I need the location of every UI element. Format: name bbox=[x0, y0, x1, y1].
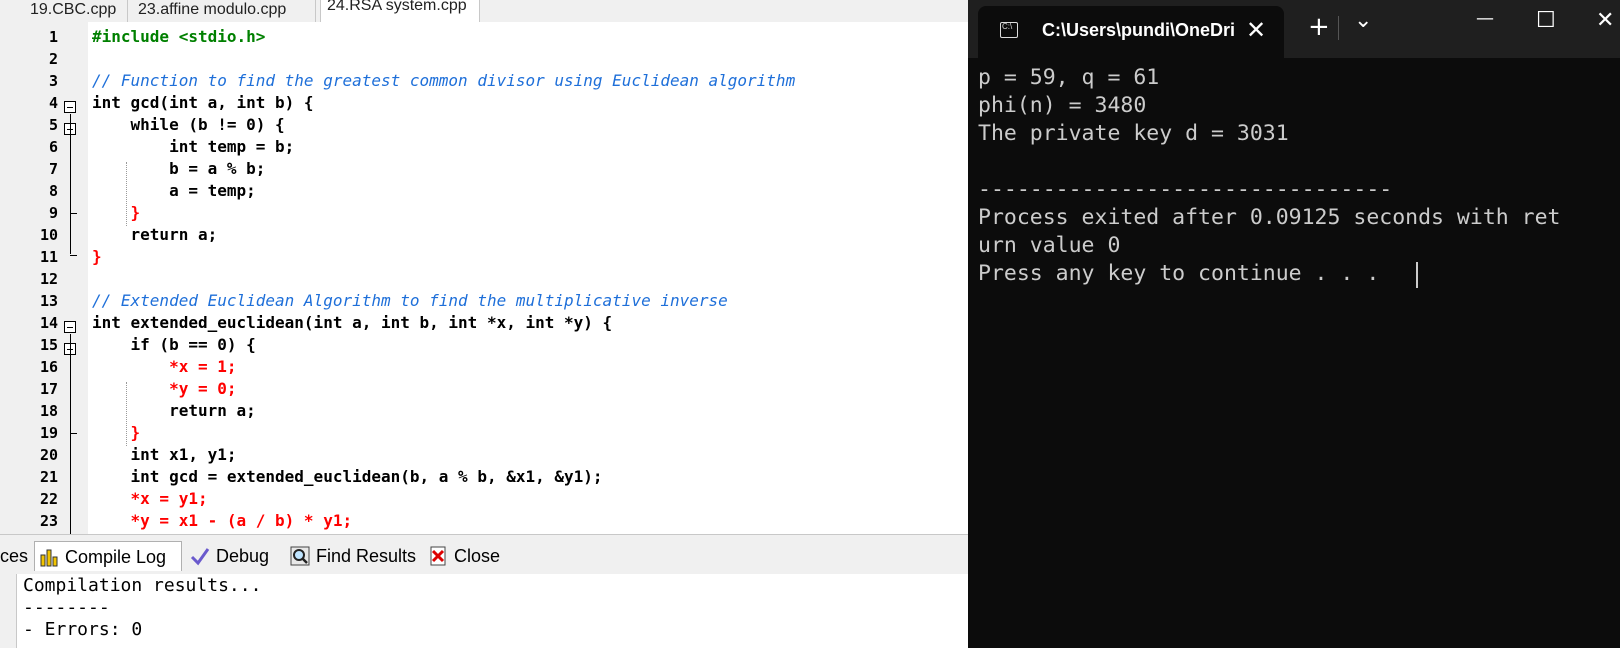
line-number: 3 bbox=[48, 72, 58, 90]
line-number: 11 bbox=[39, 248, 58, 266]
line-number: 2 bbox=[48, 50, 58, 68]
line-number: 8 bbox=[48, 182, 58, 200]
text-cursor bbox=[1416, 262, 1418, 288]
code-line: // Extended Euclidean Algorithm to find … bbox=[92, 291, 728, 310]
code-line: #include <stdio.h> bbox=[92, 27, 266, 46]
line-number: 17 bbox=[39, 380, 58, 398]
code-line: int temp = b; bbox=[92, 137, 295, 156]
code-line: } bbox=[92, 203, 141, 222]
code-line: *x = 1; bbox=[92, 357, 237, 376]
bar-chart-icon bbox=[40, 549, 58, 567]
tab-label: Find Results bbox=[316, 546, 417, 566]
line-number: 23 bbox=[39, 512, 58, 530]
terminal-tab[interactable]: C:\Users\pundi\OneDri ✕ bbox=[978, 6, 1284, 58]
code-line: } bbox=[92, 247, 102, 266]
terminal-tab-title: C:\Users\pundi\OneDri bbox=[1042, 20, 1236, 40]
left-panel-strip bbox=[0, 22, 25, 534]
tab-23-affine-modulo[interactable]: 23.affine modulo.cpp bbox=[132, 0, 316, 22]
line-number: 5 bbox=[48, 116, 58, 134]
terminal-title-bar: C:\Users\pundi\OneDri ✕ + ⌄ — ☐ ✕ bbox=[968, 0, 1620, 58]
tab-close[interactable]: Close bbox=[424, 541, 510, 571]
tab-label: ces bbox=[0, 546, 29, 566]
log-line: Compilation results... bbox=[23, 575, 262, 596]
maximize-button[interactable]: ☐ bbox=[1536, 8, 1556, 33]
code-editor-window: 19.CBC.cpp 23.affine modulo.cpp 24.RSA s… bbox=[0, 0, 968, 648]
code-line: if (b == 0) { bbox=[92, 335, 256, 354]
code-line: *y = 0; bbox=[92, 379, 237, 398]
line-number: 4 bbox=[48, 94, 58, 112]
tab-compile-log[interactable]: Compile Log bbox=[34, 541, 182, 571]
compile-log-text[interactable]: Compilation results... -------- - Errors… bbox=[16, 574, 968, 648]
fold-guide-line bbox=[70, 334, 71, 534]
compile-log-pane: Compilation results... -------- - Errors… bbox=[0, 574, 968, 648]
terminal-window: C:\Users\pundi\OneDri ✕ + ⌄ — ☐ ✕ p = 59… bbox=[968, 0, 1620, 648]
code-line: b = a % b; bbox=[92, 159, 266, 178]
log-line: - Errors: 0 bbox=[23, 619, 143, 640]
new-tab-button[interactable]: + bbox=[1308, 12, 1330, 42]
terminal-line: phi(n) = 3480 bbox=[978, 93, 1147, 118]
fold-toggle-icon[interactable] bbox=[64, 101, 76, 113]
line-number: 13 bbox=[39, 292, 58, 310]
file-tab-bar: 19.CBC.cpp 23.affine modulo.cpp 24.RSA s… bbox=[0, 0, 968, 23]
fold-end-tick bbox=[70, 213, 77, 214]
terminal-line: The private key d = 3031 bbox=[978, 121, 1289, 146]
code-line: int gcd = extended_euclidean(b, a % b, &… bbox=[92, 467, 603, 486]
dropdown-chevron-icon[interactable]: ⌄ bbox=[1354, 8, 1372, 33]
code-line: return a; bbox=[92, 401, 256, 420]
line-number: 6 bbox=[48, 138, 58, 156]
terminal-line: Press any key to continue . . . bbox=[978, 261, 1393, 286]
line-number: 9 bbox=[48, 204, 58, 222]
line-number: 20 bbox=[39, 446, 58, 464]
line-number: 12 bbox=[39, 270, 58, 288]
log-line: -------- bbox=[23, 597, 110, 618]
line-number: 10 bbox=[39, 226, 58, 244]
line-number: 7 bbox=[48, 160, 58, 178]
code-area[interactable]: #include <stdio.h> // Function to find t… bbox=[88, 22, 968, 534]
code-line: *x = y1; bbox=[92, 489, 208, 508]
terminal-icon bbox=[1000, 22, 1018, 38]
tab-find-results[interactable]: Find Results bbox=[286, 541, 420, 571]
code-line: } bbox=[92, 423, 141, 442]
line-number: 21 bbox=[39, 468, 58, 486]
close-doc-icon bbox=[430, 546, 446, 566]
tab-debug[interactable]: Debug bbox=[186, 541, 286, 571]
line-number: 1 bbox=[48, 28, 58, 46]
fold-end-tick bbox=[70, 433, 77, 434]
terminal-line: Process exited after 0.09125 seconds wit… bbox=[978, 205, 1561, 230]
magnifier-icon bbox=[290, 546, 310, 566]
tab-label: Compile Log bbox=[65, 547, 167, 567]
fold-toggle-icon[interactable] bbox=[64, 321, 76, 333]
close-tab-icon[interactable]: ✕ bbox=[1246, 16, 1266, 44]
code-line: // Function to find the greatest common … bbox=[92, 71, 796, 90]
tab-label: Close bbox=[454, 546, 501, 566]
tab-24-rsa-system[interactable]: 24.RSA system.cpp bbox=[320, 0, 480, 22]
terminal-line: urn value 0 bbox=[978, 233, 1121, 258]
code-line: int gcd(int a, int b) { bbox=[92, 93, 314, 112]
line-number: 18 bbox=[39, 402, 58, 420]
tab-19-cbc[interactable]: 19.CBC.cpp bbox=[24, 0, 128, 22]
line-number: 15 bbox=[39, 336, 58, 354]
terminal-line: -------------------------------- bbox=[978, 177, 1393, 202]
separator bbox=[1338, 16, 1339, 40]
line-number: 16 bbox=[39, 358, 58, 376]
code-line: int extended_euclidean(int a, int b, int… bbox=[92, 313, 613, 332]
fold-end-tick bbox=[70, 255, 77, 256]
checkmark-icon bbox=[190, 548, 210, 566]
line-number: 22 bbox=[39, 490, 58, 508]
tab-label: Debug bbox=[216, 546, 270, 566]
minimize-button[interactable]: — bbox=[1476, 8, 1494, 29]
code-line: while (b != 0) { bbox=[92, 115, 285, 134]
line-number: 14 bbox=[39, 314, 58, 332]
code-line: *y = x1 - (a / b) * y1; bbox=[92, 511, 353, 530]
terminal-line: p = 59, q = 61 bbox=[978, 65, 1160, 90]
window-close-button[interactable]: ✕ bbox=[1596, 8, 1614, 33]
code-line: a = temp; bbox=[92, 181, 256, 200]
fold-guide-line bbox=[70, 114, 71, 254]
tab-resources[interactable]: ces bbox=[0, 541, 32, 571]
code-line: return a; bbox=[92, 225, 218, 244]
output-panel-tabs: ces Compile Log Debug Find Results Close bbox=[0, 534, 968, 575]
line-number-gutter: 1 2 3 4 5 6 7 8 9 10 11 12 13 14 15 16 1… bbox=[24, 22, 88, 534]
code-line: int x1, y1; bbox=[92, 445, 237, 464]
line-number: 19 bbox=[39, 424, 58, 442]
